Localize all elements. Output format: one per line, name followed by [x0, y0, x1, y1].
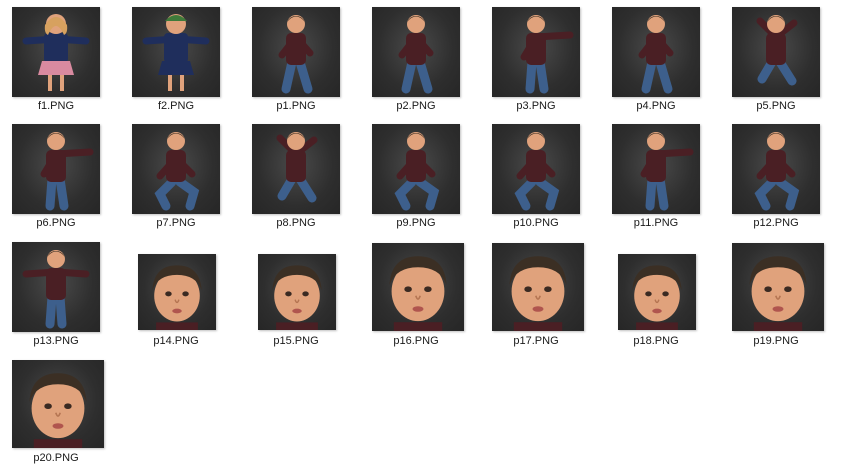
boy-character-thumbnail[interactable] — [732, 7, 820, 97]
file-item[interactable]: p14.PNG — [120, 241, 240, 359]
character-figure — [40, 132, 94, 211]
file-name-label: p7.PNG — [156, 217, 196, 229]
face-render — [632, 265, 682, 330]
boy-face-thumbnail[interactable] — [732, 243, 824, 331]
file-item[interactable]: p8.PNG — [240, 123, 360, 241]
file-item[interactable]: p6.PNG — [0, 123, 120, 241]
character-figure — [756, 15, 798, 86]
girl-character-thumbnail[interactable] — [132, 7, 220, 97]
file-grid: f1.PNG f2.PNG p1.PNG p2.PNG p3.PNG p4.PN… — [0, 0, 842, 470]
boy-face-thumbnail[interactable] — [618, 254, 696, 330]
file-item[interactable]: p18.PNG — [600, 241, 720, 359]
file-name-label: f1.PNG — [37, 100, 75, 112]
character-figure — [276, 132, 318, 203]
file-item[interactable]: p11.PNG — [600, 123, 720, 241]
face-render — [509, 256, 567, 331]
girl-figure — [22, 14, 90, 91]
file-item[interactable]: p3.PNG — [480, 6, 600, 124]
file-name-label: p8.PNG — [276, 217, 316, 229]
file-item[interactable]: p4.PNG — [600, 6, 720, 124]
file-name-label: f2.PNG — [157, 100, 195, 112]
character-figure — [278, 15, 314, 94]
girl-figure — [142, 14, 210, 91]
boy-character-thumbnail[interactable] — [612, 124, 700, 214]
boy-character-thumbnail[interactable] — [372, 124, 460, 214]
face-render — [389, 256, 447, 331]
file-item[interactable]: p16.PNG — [360, 241, 480, 359]
file-item[interactable]: p10.PNG — [480, 123, 600, 241]
boy-face-thumbnail[interactable] — [138, 254, 216, 330]
file-name-label: p14.PNG — [153, 335, 199, 347]
file-item[interactable]: p5.PNG — [720, 6, 840, 124]
boy-character-thumbnail[interactable] — [492, 124, 580, 214]
file-name-label: p3.PNG — [516, 100, 556, 112]
file-name-label: p20.PNG — [33, 452, 79, 464]
face-render — [152, 265, 202, 330]
boy-character-thumbnail[interactable] — [372, 7, 460, 97]
file-name-label: p4.PNG — [636, 100, 676, 112]
boy-face-thumbnail[interactable] — [372, 243, 464, 331]
file-item[interactable]: p15.PNG — [240, 241, 360, 359]
boy-character-thumbnail[interactable] — [252, 124, 340, 214]
file-item[interactable]: p13.PNG — [0, 241, 120, 359]
file-name-label: p13.PNG — [33, 335, 79, 347]
character-figure — [638, 15, 674, 94]
file-item[interactable]: p2.PNG — [360, 6, 480, 124]
file-item[interactable]: p1.PNG — [240, 6, 360, 124]
boy-face-thumbnail[interactable] — [258, 254, 336, 330]
file-name-label: p2.PNG — [396, 100, 436, 112]
file-name-label: p9.PNG — [396, 217, 436, 229]
file-item[interactable]: p7.PNG — [120, 123, 240, 241]
face-render — [749, 256, 807, 331]
file-name-label: p16.PNG — [393, 335, 439, 347]
boy-face-thumbnail[interactable] — [492, 243, 584, 331]
face-render — [272, 265, 322, 330]
boy-character-thumbnail[interactable] — [12, 124, 100, 214]
file-name-label: p6.PNG — [36, 217, 76, 229]
file-name-label: p19.PNG — [753, 335, 799, 347]
file-name-label: p11.PNG — [633, 217, 679, 229]
file-name-label: p17.PNG — [513, 335, 559, 347]
character-figure — [22, 250, 90, 329]
file-item[interactable]: p19.PNG — [720, 241, 840, 359]
file-item[interactable]: p17.PNG — [480, 241, 600, 359]
boy-character-thumbnail[interactable] — [12, 242, 100, 332]
file-item[interactable]: p12.PNG — [720, 123, 840, 241]
boy-character-thumbnail[interactable] — [132, 124, 220, 214]
girl-character-thumbnail[interactable] — [12, 7, 100, 97]
character-figure — [398, 15, 434, 94]
face-render — [29, 373, 87, 448]
character-figure — [154, 132, 200, 211]
boy-character-thumbnail[interactable] — [252, 7, 340, 97]
file-item[interactable]: p20.PNG — [0, 358, 120, 476]
file-item[interactable]: f1.PNG — [0, 6, 120, 124]
file-item[interactable]: f2.PNG — [120, 6, 240, 124]
file-name-label: p10.PNG — [513, 217, 559, 229]
file-name-label: p5.PNG — [756, 100, 796, 112]
boy-character-thumbnail[interactable] — [492, 7, 580, 97]
character-figure — [514, 132, 560, 211]
character-figure — [394, 132, 440, 211]
file-name-label: p12.PNG — [753, 217, 799, 229]
character-figure — [520, 15, 574, 94]
file-name-label: p15.PNG — [273, 335, 319, 347]
boy-character-thumbnail[interactable] — [732, 124, 820, 214]
file-name-label: p1.PNG — [276, 100, 316, 112]
character-figure — [754, 132, 800, 211]
character-figure — [640, 132, 694, 211]
file-item[interactable]: p9.PNG — [360, 123, 480, 241]
boy-face-thumbnail[interactable] — [12, 360, 104, 448]
boy-character-thumbnail[interactable] — [612, 7, 700, 97]
file-name-label: p18.PNG — [633, 335, 679, 347]
